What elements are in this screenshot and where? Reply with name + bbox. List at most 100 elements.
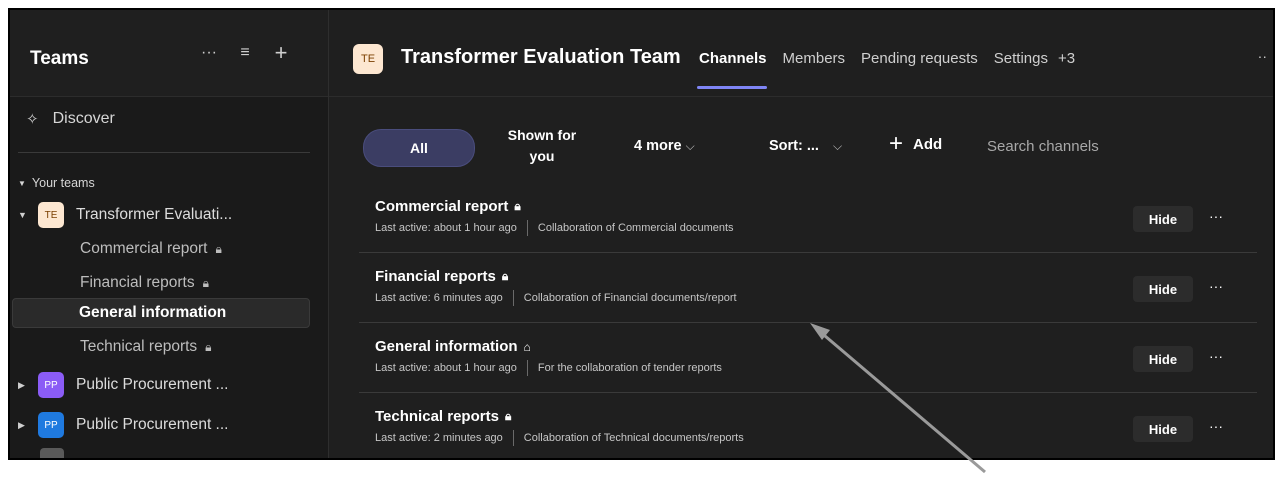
channel-title-text: Financial reports <box>375 268 496 285</box>
shown-for-line1: Shown for <box>507 127 577 143</box>
teams-sidebar: Teams ··· ≡ + ✧ Discover ▼ Your teams ▼ … <box>10 10 329 458</box>
chevron-down-icon: ⌵ <box>685 139 695 153</box>
sidebar-channel-financial[interactable]: Financial reports 🔒︎ <box>80 274 209 292</box>
last-active: Last active: about 1 hour ago <box>375 362 517 374</box>
hide-button[interactable]: Hide <box>1133 346 1193 372</box>
team-avatar-partial <box>40 448 64 458</box>
last-active: Last active: 6 minutes ago <box>375 292 503 304</box>
team-avatar: TE <box>38 202 64 228</box>
channel-description: Collaboration of Financial documents/rep… <box>523 292 737 304</box>
add-channel-button[interactable]: + Add <box>889 130 943 157</box>
filter-icon[interactable]: ≡ <box>234 42 256 64</box>
channel-title: Technical reports 🔒︎ <box>375 408 511 425</box>
last-active: Last active: 2 minutes ago <box>375 432 503 444</box>
home-icon: ⌂ <box>523 339 531 354</box>
tab-members[interactable]: Members <box>783 50 846 67</box>
team-avatar: PP <box>38 372 64 398</box>
channel-label: Financial reports <box>80 274 195 291</box>
add-label: Add <box>913 135 943 153</box>
meta-separator <box>526 220 528 236</box>
sidebar-actions: ··· ≡ + <box>198 40 292 65</box>
channel-meta: Last active: about 1 hour ago For the co… <box>375 360 722 376</box>
team-tabs: Channels Members Pending requests Settin… <box>697 50 1075 89</box>
team-name: Transformer Evaluati... <box>76 206 233 223</box>
your-teams-header[interactable]: ▼ Your teams <box>18 176 95 190</box>
add-icon[interactable]: + <box>270 40 292 65</box>
last-active: Last active: about 1 hour ago <box>375 222 517 234</box>
tab-channels-label: Channels <box>699 50 767 67</box>
discover-item[interactable]: ✧ Discover <box>26 110 115 128</box>
plus-icon: + <box>889 130 904 157</box>
sidebar-channel-technical[interactable]: Technical reports 🔒︎ <box>80 338 212 356</box>
sidebar-divider <box>18 152 310 153</box>
channel-row-technical[interactable]: Technical reports 🔒︎ Last active: 2 minu… <box>359 392 1257 458</box>
discover-sparkle-icon: ✧ <box>26 111 39 128</box>
teams-app-window: Teams ··· ≡ + ✧ Discover ▼ Your teams ▼ … <box>8 8 1275 460</box>
shown-for-line2: you <box>529 148 555 164</box>
filter-shown-for-you[interactable]: Shown for you <box>507 125 577 167</box>
team-item-transformer[interactable]: ▼ TE Transformer Evaluati... <box>18 200 318 230</box>
channel-meta: Last active: 6 minutes ago Collaboration… <box>375 290 737 306</box>
team-title: Transformer Evaluation Team <box>401 46 681 68</box>
channel-label: Technical reports <box>80 338 198 355</box>
sidebar-title: Teams <box>30 48 89 69</box>
channel-title-text: General information <box>375 338 518 355</box>
caret-down-icon: ▼ <box>18 178 26 188</box>
sidebar-header: Teams ··· ≡ + <box>10 10 328 97</box>
sidebar-channel-general[interactable]: General information <box>12 298 310 328</box>
more-options-icon[interactable]: ··· <box>1209 208 1223 224</box>
team-item-public-procurement-2[interactable]: ▶ PP Public Procurement ... <box>18 410 318 440</box>
channel-meta: Last active: 2 minutes ago Collaboration… <box>375 430 744 446</box>
chevron-down-icon: ⌵ <box>832 139 843 153</box>
team-main-panel: TE Transformer Evaluation Team Channels … <box>329 10 1273 458</box>
channel-row-financial[interactable]: Financial reports 🔒︎ Last active: 6 minu… <box>359 252 1257 323</box>
your-teams-label: Your teams <box>31 176 95 190</box>
discover-label: Discover <box>52 110 115 127</box>
lock-icon: 🔒︎ <box>202 275 209 290</box>
team-name: Public Procurement ... <box>76 376 229 393</box>
more-options-icon[interactable]: ··· <box>1209 348 1223 364</box>
hide-button[interactable]: Hide <box>1133 276 1193 302</box>
caret-down-icon: ▼ <box>18 210 27 220</box>
team-avatar: PP <box>38 412 64 438</box>
active-tab-indicator <box>697 86 767 89</box>
sort-label: Sort: ... <box>769 138 819 154</box>
sidebar-channel-commercial[interactable]: Commercial report 🔒︎ <box>80 240 222 258</box>
tab-settings[interactable]: Settings <box>994 50 1048 67</box>
search-channels-input[interactable]: Search channels <box>987 138 1099 155</box>
meta-separator <box>512 430 514 446</box>
channel-description: For the collaboration of tender reports <box>537 362 722 374</box>
more-options-icon[interactable]: ··· <box>198 42 220 64</box>
caret-right-icon: ▶ <box>18 379 25 390</box>
tab-pending-requests[interactable]: Pending requests <box>861 50 978 67</box>
channel-meta: Last active: about 1 hour ago Collaborat… <box>375 220 734 236</box>
channel-label: General information <box>79 304 227 321</box>
channel-title-text: Commercial report <box>375 198 509 215</box>
team-avatar: TE <box>353 44 383 74</box>
caret-right-icon: ▶ <box>18 419 25 430</box>
lock-icon: 🔒︎ <box>205 339 212 354</box>
tab-overflow[interactable]: +3 <box>1058 50 1075 67</box>
hide-button[interactable]: Hide <box>1133 206 1193 232</box>
channel-title: General information ⌂ <box>375 338 531 355</box>
channel-row-commercial[interactable]: Commercial report 🔒︎ Last active: about … <box>359 182 1257 253</box>
meta-separator <box>526 360 528 376</box>
channel-description: Collaboration of Technical documents/rep… <box>523 432 744 444</box>
channel-title: Commercial report 🔒︎ <box>375 198 521 215</box>
more-label: 4 more <box>634 138 682 154</box>
channel-title: Financial reports 🔒︎ <box>375 268 508 285</box>
hide-button[interactable]: Hide <box>1133 416 1193 442</box>
channel-description: Collaboration of Commercial documents <box>537 222 734 234</box>
lock-icon: 🔒︎ <box>504 409 512 423</box>
more-options-icon[interactable]: ··· <box>1209 418 1223 434</box>
tab-channels[interactable]: Channels <box>697 50 767 89</box>
filter-all-pill[interactable]: All <box>363 129 475 167</box>
team-header: TE Transformer Evaluation Team Channels … <box>329 10 1273 97</box>
lock-icon: 🔒︎ <box>215 241 222 256</box>
more-options-icon[interactable]: ··· <box>1209 278 1223 294</box>
sort-dropdown[interactable]: Sort: ... ⌵ <box>769 138 842 154</box>
more-options-icon[interactable]: ·· <box>1258 48 1267 64</box>
team-item-public-procurement-1[interactable]: ▶ PP Public Procurement ... <box>18 370 318 400</box>
channel-row-general[interactable]: General information ⌂ Last active: about… <box>359 322 1257 393</box>
filter-more-dropdown[interactable]: 4 more ⌵ <box>634 138 695 154</box>
